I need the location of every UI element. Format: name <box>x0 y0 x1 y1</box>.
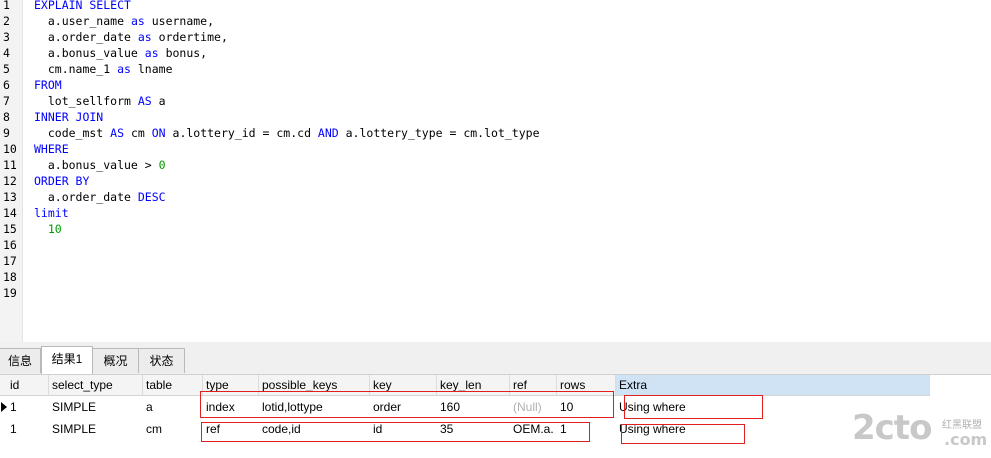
code-line: 10 <box>34 221 62 237</box>
watermark-sub-text: 红黑联盟 <box>942 420 982 431</box>
line-number: 6 <box>3 78 10 92</box>
code-line: code_mst AS cm ON a.lottery_id = cm.cd A… <box>34 125 540 141</box>
sql-text: username, <box>144 14 215 28</box>
sql-text: cm <box>124 126 152 140</box>
line-number: 9 <box>3 126 10 140</box>
sql-keyword: EXPLAIN SELECT <box>34 0 131 12</box>
column-header-extra[interactable]: Extra <box>616 375 930 395</box>
code-line: a.user_name as username, <box>34 13 214 29</box>
column-header-table[interactable]: table <box>143 375 203 395</box>
column-header-select-type[interactable]: select_type <box>49 375 143 395</box>
sql-keyword: ORDER BY <box>34 174 90 188</box>
result-grid[interactable]: id select_type table type possible_keys key ke… <box>0 375 991 458</box>
code-line: a.bonus_value > 0 <box>34 157 166 173</box>
sql-text: a <box>151 94 166 108</box>
sql-keyword: AS <box>110 126 125 140</box>
line-number: 19 <box>3 286 17 300</box>
code-line: a.order_date DESC <box>34 189 166 205</box>
cell-select-type[interactable]: SIMPLE <box>49 396 143 418</box>
line-number: 14 <box>3 206 17 220</box>
sql-text: a.user_name <box>34 14 131 28</box>
tab-2[interactable]: 结果1 <box>41 346 93 374</box>
cell-id[interactable]: 1 <box>7 418 49 440</box>
code-line: lot_sellform AS a <box>34 93 166 109</box>
sql-keyword: DESC <box>137 190 166 204</box>
cell-table[interactable]: cm <box>143 418 203 440</box>
line-number: 12 <box>3 174 17 188</box>
code-line: limit <box>34 205 69 221</box>
cell-select-type[interactable]: SIMPLE <box>49 418 143 440</box>
line-number-gutter: 1 2 3 4 5 6 7 8 9 10 11 12 13 14 15 16 17 18 19 <box>0 0 23 342</box>
watermark-main-text: 2cto <box>852 408 932 448</box>
watermark-logo: 2cto 红黑联盟 .com <box>852 406 991 458</box>
highlight-annotation-box <box>200 391 614 418</box>
highlight-annotation-box <box>621 424 745 444</box>
sql-keyword: INNER JOIN <box>34 110 104 124</box>
code-line: a.bonus_value as bonus, <box>34 45 207 61</box>
code-line: ORDER BY <box>34 173 89 189</box>
sql-keyword: AS <box>137 94 152 108</box>
sql-text: a.lottery_id = cm.cd <box>165 126 318 140</box>
line-number: 5 <box>3 62 10 76</box>
code-line: FROM <box>34 77 62 93</box>
sql-keyword: as <box>117 62 131 76</box>
code-line: WHERE <box>34 141 69 157</box>
sql-keyword: ON <box>151 126 166 140</box>
sql-text: a.lottery_type = cm.lot_type <box>338 126 540 140</box>
sql-text: code_mst <box>34 126 111 140</box>
sql-keyword: AND <box>317 126 339 140</box>
result-tab-bar: 信息 结果1 概况 状态 <box>0 342 991 375</box>
column-header-id[interactable]: id <box>7 375 49 395</box>
sql-text: a.order_date <box>34 190 138 204</box>
line-number: 15 <box>3 222 17 236</box>
sql-text: a.bonus_value <box>34 46 145 60</box>
line-number: 13 <box>3 190 17 204</box>
sql-keyword: FROM <box>34 78 62 92</box>
line-number: 1 <box>3 0 10 12</box>
line-number: 17 <box>3 254 17 268</box>
sql-text: lname <box>130 62 173 76</box>
line-number: 11 <box>3 158 17 172</box>
line-number: 7 <box>3 94 10 108</box>
line-number: 18 <box>3 270 17 284</box>
code-line: EXPLAIN SELECT <box>34 0 131 13</box>
cell-table[interactable]: a <box>143 396 203 418</box>
highlight-annotation-box <box>624 395 763 419</box>
sql-keyword: WHERE <box>34 142 69 156</box>
line-number: 4 <box>3 46 10 60</box>
sql-text: cm.name_1 <box>34 62 118 76</box>
sql-text: a.bonus_value > <box>34 158 159 172</box>
sql-keyword: as <box>137 30 152 44</box>
code-line: cm.name_1 as lname <box>34 61 173 77</box>
line-number: 3 <box>3 30 10 44</box>
line-number: 2 <box>3 14 10 28</box>
sql-keyword: as <box>144 46 159 60</box>
tab-1[interactable]: 信息 <box>0 348 41 373</box>
sql-editor[interactable]: 1 2 3 4 5 6 7 8 9 10 11 12 13 14 15 16 17 18 19 EXPLAIN SE… <box>0 0 991 342</box>
sql-keyword: limit <box>34 206 69 220</box>
code-line: a.order_date as ordertime, <box>34 29 228 45</box>
watermark-suffix-text: .com <box>944 430 988 449</box>
tab-3[interactable]: 概况 <box>92 348 139 373</box>
cell-id[interactable]: 1 <box>7 396 49 418</box>
code-line: INNER JOIN <box>34 109 103 125</box>
line-number: 16 <box>3 238 17 252</box>
sql-number: 0 <box>158 158 166 172</box>
sql-text: a.order_date <box>34 30 138 44</box>
sql-number: 10 <box>47 222 62 236</box>
line-number: 10 <box>3 142 17 156</box>
tab-4[interactable]: 状态 <box>138 348 185 373</box>
sql-text: lot_sellform <box>34 94 138 108</box>
sql-text: bonus, <box>158 46 208 60</box>
sql-text: ordertime, <box>151 30 228 44</box>
line-number: 8 <box>3 110 10 124</box>
sql-keyword: as <box>130 14 145 28</box>
highlight-annotation-box <box>201 422 590 442</box>
